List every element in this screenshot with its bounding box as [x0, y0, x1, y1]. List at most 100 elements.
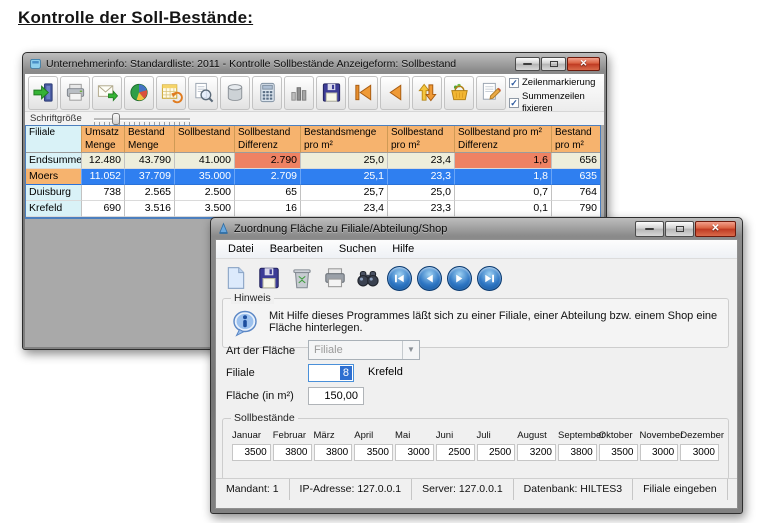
- flaeche-input[interactable]: 150,00: [308, 387, 364, 405]
- month-input-august[interactable]: 3200: [517, 444, 556, 461]
- nav-first-button[interactable]: [387, 266, 412, 291]
- cell-bestand-m2: 656: [552, 153, 600, 169]
- month-label: Juni: [436, 430, 475, 444]
- bar-chart-button[interactable]: [284, 76, 314, 110]
- front-window-titlebar[interactable]: Zuordnung Fläche zu Filiale/Abteilung/Sh…: [211, 218, 742, 239]
- menu-datei[interactable]: Datei: [220, 241, 262, 257]
- cell-bestand-m2: 764: [552, 185, 600, 201]
- minimize-icon: [523, 63, 532, 65]
- month-input-april[interactable]: 3500: [354, 444, 393, 461]
- save-button[interactable]: [316, 76, 346, 110]
- back-window-titlebar[interactable]: Unternehmerinfo: Standardliste: 2011 - K…: [23, 53, 606, 74]
- nav-last-icon: [482, 271, 497, 286]
- column-header-umsatz-menge[interactable]: Umsatz Menge: [82, 126, 125, 153]
- minimize-button[interactable]: [515, 57, 540, 71]
- month-label: April: [354, 430, 393, 444]
- status-mandant: Mandant: 1: [216, 479, 290, 500]
- pie-chart-button[interactable]: [124, 76, 154, 110]
- hinweis-text: Mit Hilfe dieses Programmes läßt sich zu…: [269, 310, 718, 334]
- month-input-september[interactable]: 3800: [558, 444, 597, 461]
- new-document-button[interactable]: [222, 264, 250, 292]
- column-header-filiale[interactable]: Filiale: [26, 126, 82, 153]
- font-size-label: Schriftgröße: [30, 113, 82, 124]
- pie-chart-icon: [128, 81, 151, 104]
- font-size-slider[interactable]: [94, 113, 190, 125]
- send-mail-button[interactable]: [92, 76, 122, 110]
- column-header-sollbestand-pro-m2-differenz[interactable]: Sollbestand pro m² Differenz: [455, 126, 552, 153]
- column-header-sollbestand-differenz[interactable]: Sollbestand Differenz: [235, 126, 301, 153]
- cell-bestandsmenge-m2: 25,7: [301, 185, 388, 201]
- close-button[interactable]: ✕: [567, 57, 600, 71]
- checkbox-checked-icon: ✓: [509, 78, 519, 88]
- table-options: ✓ Zeilenmarkierung ✓ Summenzeilen fixier…: [509, 77, 601, 117]
- edit-document-button[interactable]: [476, 76, 506, 110]
- cell-umsatz: 690: [82, 201, 125, 217]
- search-button[interactable]: [354, 264, 382, 292]
- column-header-bestandsmenge-pro-m2[interactable]: Bestandsmenge pro m²: [301, 126, 388, 153]
- month-input-juni[interactable]: 2500: [436, 444, 475, 461]
- slider-thumb[interactable]: [112, 113, 120, 125]
- cell-soll-m2: 25,0: [388, 185, 455, 201]
- menu-hilfe[interactable]: Hilfe: [384, 241, 422, 257]
- statusbar: Mandant: 1 IP-Adresse: 127.0.0.1 Server:…: [216, 478, 737, 500]
- table-row-duisburg[interactable]: Duisburg 738 2.565 2.500 65 25,7 25,0 0,…: [26, 185, 600, 201]
- cell-soll-m2-differenz: 0,7: [455, 185, 552, 201]
- cell-bestand-m2: 635: [552, 169, 600, 185]
- cell-soll-m2: 23,3: [388, 201, 455, 217]
- basket-icon: [448, 81, 471, 104]
- print-button[interactable]: [321, 264, 349, 292]
- cell-bestand: 2.565: [125, 185, 175, 201]
- cell-soll-m2: 23,4: [388, 153, 455, 169]
- basket-button[interactable]: [444, 76, 474, 110]
- cell-umsatz: 738: [82, 185, 125, 201]
- menu-suchen[interactable]: Suchen: [331, 241, 384, 257]
- month-input-oktober[interactable]: 3500: [599, 444, 638, 461]
- app-icon: [217, 222, 230, 235]
- column-header-sollbestand-pro-m2[interactable]: Sollbestand pro m²: [388, 126, 455, 153]
- database-button[interactable]: [220, 76, 250, 110]
- print-button[interactable]: [60, 76, 90, 110]
- month-input-mai[interactable]: 3000: [395, 444, 434, 461]
- calculator-button[interactable]: [252, 76, 282, 110]
- month-label: Dezember: [680, 430, 719, 444]
- month-input-januar[interactable]: 3500: [232, 444, 271, 461]
- nav-next-button[interactable]: [447, 266, 472, 291]
- cell-umsatz: 11.052: [82, 169, 125, 185]
- table-row-moers-selected[interactable]: Moers 11.052 37.709 35.000 2.709 25,1 23…: [26, 169, 600, 185]
- nav-previous-button[interactable]: [417, 266, 442, 291]
- column-header-sollbestand[interactable]: Sollbestand: [175, 126, 235, 153]
- save-icon: [320, 81, 343, 104]
- calendar-refresh-button[interactable]: [156, 76, 186, 110]
- save-button[interactable]: [255, 264, 283, 292]
- month-input-februar[interactable]: 3800: [273, 444, 312, 461]
- month-input-juli[interactable]: 2500: [477, 444, 516, 461]
- nav-last-button[interactable]: [477, 266, 502, 291]
- checkbox-label: Zeilenmarkierung: [522, 77, 595, 89]
- nav-first-button[interactable]: [348, 76, 378, 110]
- minimize-button[interactable]: [635, 221, 664, 237]
- nav-previous-button[interactable]: [380, 76, 410, 110]
- maximize-button[interactable]: [665, 221, 694, 237]
- art-der-flaeche-select[interactable]: Filiale ▼: [308, 340, 420, 360]
- cell-soll-m2-differenz: 1,8: [455, 169, 552, 185]
- print-preview-button[interactable]: [188, 76, 218, 110]
- column-header-bestand-pro-m2[interactable]: Bestand pro m²: [552, 126, 600, 153]
- month-input-november[interactable]: 3000: [640, 444, 679, 461]
- cell-sollbestand: 41.000: [175, 153, 235, 169]
- table-row-krefeld[interactable]: Krefeld 690 3.516 3.500 16 23,4 23,3 0,1…: [26, 201, 600, 217]
- month-input-maerz[interactable]: 3800: [314, 444, 353, 461]
- filiale-input[interactable]: 8: [308, 364, 354, 382]
- sort-up-down-button[interactable]: [412, 76, 442, 110]
- close-button[interactable]: ✕: [695, 221, 736, 237]
- cell-filiale: Krefeld: [26, 201, 82, 217]
- table-row-endsumme[interactable]: Endsumme 12.480 43.790 41.000 2.790 25,0…: [26, 153, 600, 169]
- maximize-button[interactable]: [541, 57, 566, 71]
- column-header-bestand-menge[interactable]: Bestand Menge: [125, 126, 175, 153]
- exit-button[interactable]: [28, 76, 58, 110]
- delete-button[interactable]: [288, 264, 316, 292]
- new-document-icon: [223, 265, 249, 291]
- maximize-icon: [676, 226, 684, 232]
- month-input-dezember[interactable]: 3000: [680, 444, 719, 461]
- checkbox-zeilenmarkierung[interactable]: ✓ Zeilenmarkierung: [509, 77, 601, 89]
- menu-bearbeiten[interactable]: Bearbeiten: [262, 241, 331, 257]
